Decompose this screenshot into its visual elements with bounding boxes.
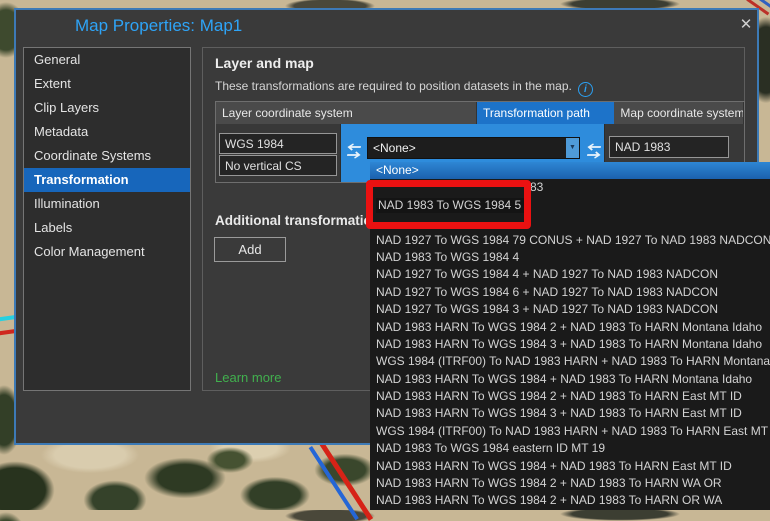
dropdown-option[interactable]: NAD 1927 To WGS 1984 4 + NAD 1927 To NAD… xyxy=(370,266,770,283)
dropdown-option[interactable]: <None> xyxy=(370,162,770,179)
map-cs-field[interactable]: NAD 1983 xyxy=(609,136,729,158)
sidebar-item[interactable]: Extent xyxy=(24,72,190,96)
dropdown-option[interactable]: NAD 1983 HARN To WGS 1984 2 + NAD 1983 T… xyxy=(370,319,770,336)
layer-cs-field[interactable]: WGS 1984 xyxy=(219,133,337,154)
dropdown-option[interactable]: WGS 1984 (ITRF00) To NAD 1983 HARN + NAD… xyxy=(370,353,770,370)
sidebar-item[interactable]: Illumination xyxy=(24,192,190,216)
dropdown-option[interactable]: NAD 1983 HARN To WGS 1984 + NAD 1983 To … xyxy=(370,371,770,388)
section-heading: Layer and map xyxy=(215,55,314,71)
table-header-row: Layer coordinate system Transformation p… xyxy=(216,102,744,124)
sidebar-item[interactable]: Transformation xyxy=(24,168,190,192)
red-highlight-box xyxy=(366,180,531,229)
additional-transformations-heading: Additional transformations xyxy=(215,213,388,228)
dropdown-option[interactable]: NAD 1927 To WGS 1984 3 + NAD 1927 To NAD… xyxy=(370,301,770,318)
dropdown-option[interactable]: NAD 1927 To WGS 1984 6 + NAD 1927 To NAD… xyxy=(370,284,770,301)
dropdown-option[interactable]: NAD 1983 HARN To WGS 1984 2 + NAD 1983 T… xyxy=(370,388,770,405)
table-header-cell: Map coordinate system xyxy=(614,102,744,124)
properties-sidebar: General Extent Clip Layers Metadata Coor… xyxy=(23,47,191,391)
dropdown-option[interactable]: WGS 1984 (ITRF00) To NAD 1983 HARN + NAD… xyxy=(370,423,770,440)
info-icon[interactable]: i xyxy=(578,82,593,97)
dropdown-option[interactable]: NAD 1927 To WGS 1984 79 CONUS + NAD 1927… xyxy=(370,232,770,249)
table-header-cell: Transformation path xyxy=(477,102,614,124)
sidebar-item[interactable]: Metadata xyxy=(24,120,190,144)
dropdown-option[interactable]: NAD 1983 HARN To WGS 1984 3 + NAD 1983 T… xyxy=(370,336,770,353)
swap-arrows-icon[interactable] xyxy=(342,142,366,160)
map-track-red-diagonal xyxy=(319,441,373,521)
close-icon[interactable]: ✕ xyxy=(736,15,756,35)
sidebar-item[interactable]: Color Management xyxy=(24,240,190,264)
layer-coordinate-system-cell: WGS 1984 No vertical CS xyxy=(216,124,341,182)
dropdown-option[interactable]: NAD 1983 HARN To WGS 1984 2 + NAD 1983 T… xyxy=(370,475,770,492)
sidebar-item[interactable]: Labels xyxy=(24,216,190,240)
dropdown-option[interactable]: NAD 1983 To WGS 1984 eastern ID MT 19 xyxy=(370,440,770,457)
dialog-title: Map Properties: Map1 xyxy=(75,16,242,36)
transformation-path-combobox[interactable]: <None> ▼ xyxy=(367,137,580,159)
layer-vertical-cs-field[interactable]: No vertical CS xyxy=(219,155,337,176)
sidebar-item[interactable]: General xyxy=(24,48,190,72)
add-button[interactable]: Add xyxy=(214,237,286,262)
dropdown-option[interactable]: NAD 1983 HARN To WGS 1984 2 + NAD 1983 T… xyxy=(370,492,770,509)
dropdown-option[interactable]: NAD 1983 HARN To WGS 1984 + NAD 1983 To … xyxy=(370,458,770,475)
chevron-down-icon[interactable]: ▼ xyxy=(566,138,579,158)
combobox-value: <None> xyxy=(373,138,416,158)
dropdown-option[interactable]: NAD 1983 To WGS 1984 4 xyxy=(370,249,770,266)
table-header-cell: Layer coordinate system xyxy=(216,102,477,124)
sidebar-item[interactable]: Clip Layers xyxy=(24,96,190,120)
dropdown-option[interactable]: NAD 1983 HARN To WGS 1984 3 + NAD 1983 T… xyxy=(370,405,770,422)
section-subtext: These transformations are required to po… xyxy=(215,79,593,97)
obscured-option-fragment: 83 xyxy=(530,179,543,196)
sidebar-item[interactable]: Coordinate Systems xyxy=(24,144,190,168)
swap-arrows-icon[interactable] xyxy=(582,142,606,160)
learn-more-link[interactable]: Learn more xyxy=(215,370,281,385)
